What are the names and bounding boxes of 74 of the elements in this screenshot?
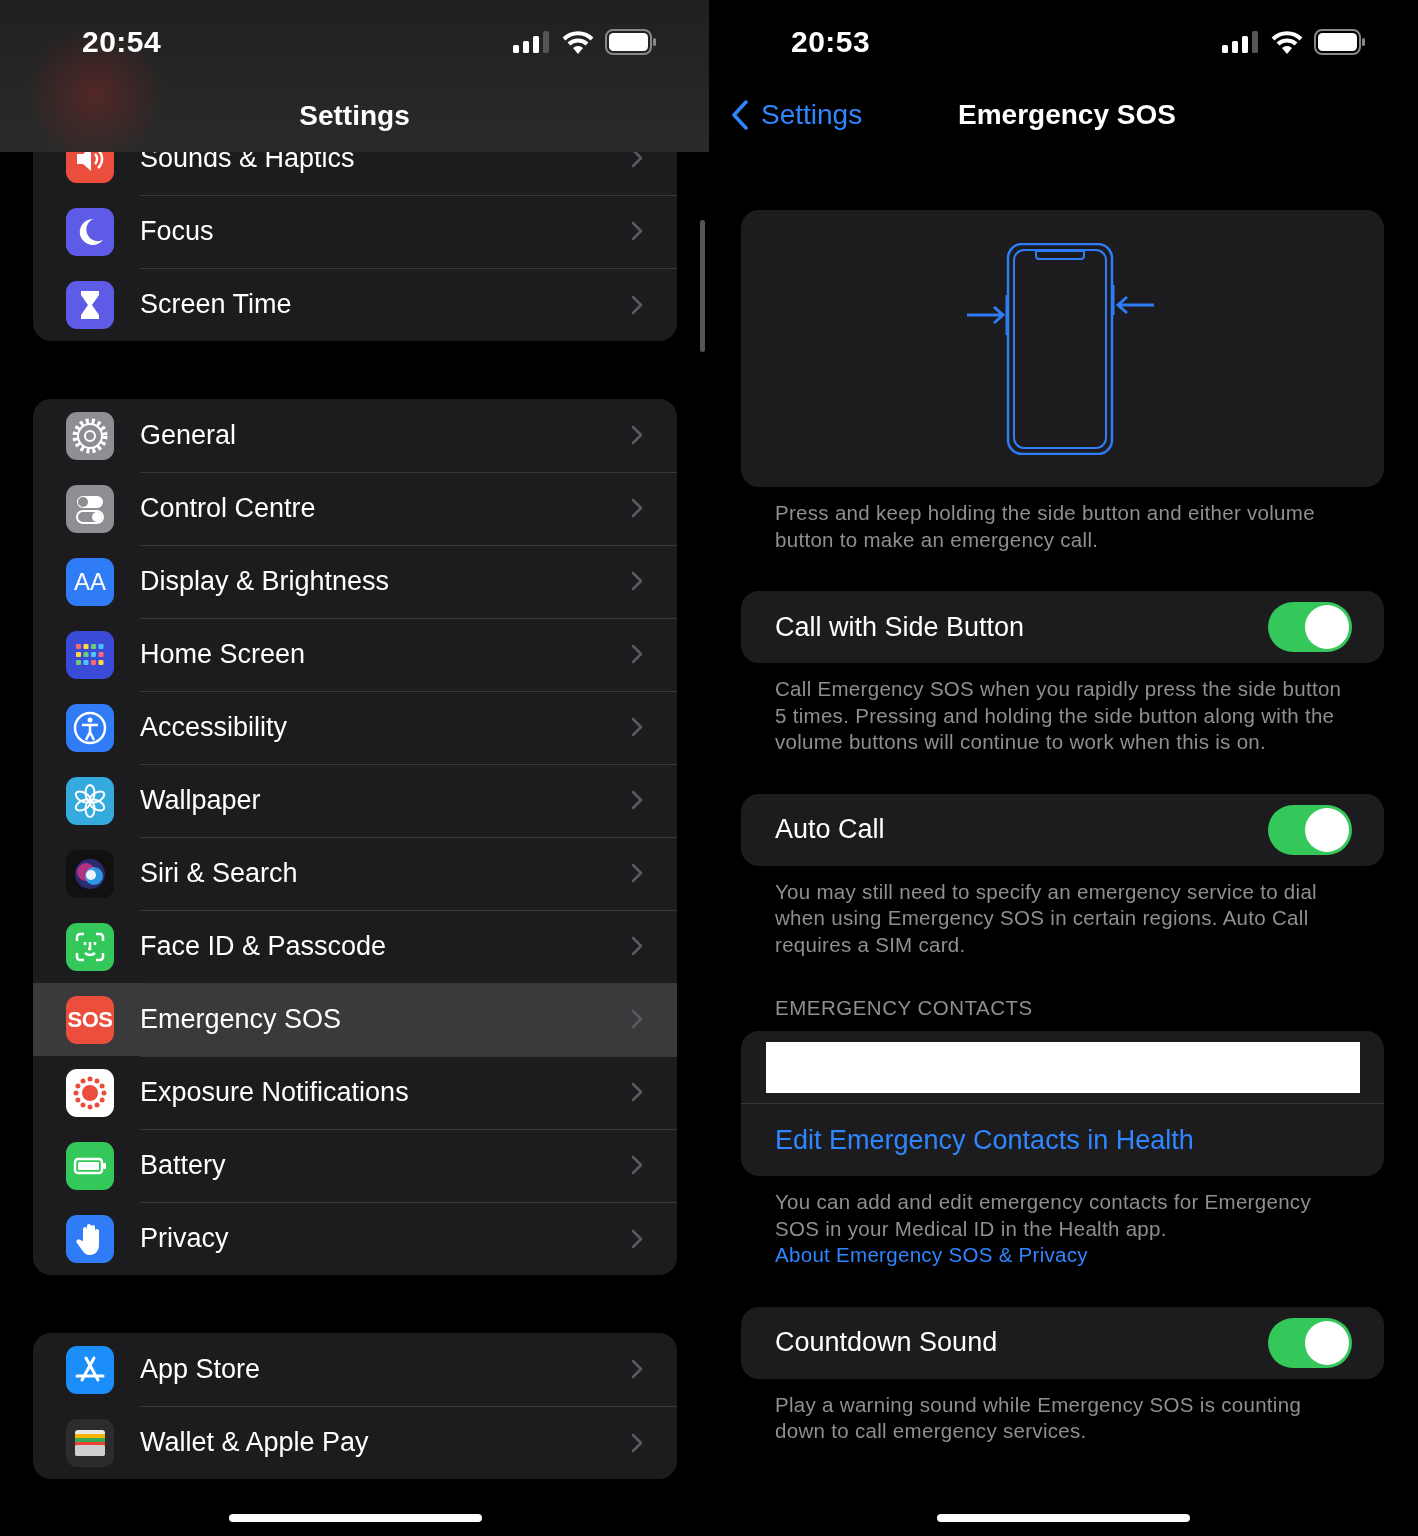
chevron-icon — [631, 790, 643, 810]
status-time: 20:54 — [82, 25, 162, 59]
wifi-icon — [1270, 30, 1304, 54]
settings-row[interactable]: Screen Time — [33, 268, 677, 341]
battery-icon — [1314, 29, 1366, 55]
chevron-icon — [631, 717, 643, 737]
gear-icon — [66, 411, 114, 460]
face-icon — [66, 922, 114, 971]
flower-icon — [66, 776, 114, 825]
chevron-icon — [631, 425, 643, 445]
settings-row[interactable]: Privacy — [33, 1202, 677, 1275]
signal-icon — [513, 31, 551, 53]
settings-row[interactable]: Accessibility — [33, 691, 677, 764]
contacts-link[interactable]: Edit Emergency Contacts in Health — [775, 1124, 1194, 1156]
toggle-switch[interactable] — [1268, 602, 1352, 652]
battery-icon — [66, 1141, 114, 1190]
chevron-icon — [631, 1082, 643, 1102]
signal-icon — [1222, 31, 1260, 53]
moon-icon — [66, 207, 114, 256]
chevron-icon — [631, 1155, 643, 1175]
sos-icon: SOS — [66, 995, 114, 1044]
settings-row[interactable]: Siri & Search — [33, 837, 677, 910]
settings-row[interactable]: Exposure Notifications — [33, 1056, 677, 1129]
wifi-icon — [561, 30, 595, 54]
footer-note: You may still need to specify an emergency service to dial when using Emergency SOS in certain regions. Auto Call requires a SIM card. — [775, 878, 1318, 958]
toggles-icon — [66, 484, 114, 533]
settings-row[interactable]: Control Centre — [33, 472, 677, 545]
settings-row[interactable]: Focus — [33, 195, 677, 268]
back-button[interactable]: Settings — [731, 99, 863, 131]
setting-label: Call with Side Button — [775, 611, 1025, 643]
footer-note: Call Emergency SOS when you rapidly press the side button 5 times. Pressing and holding the side button along with the volume buttons will continue to work when this is on. — [775, 676, 1343, 755]
status-time: 20:53 — [791, 25, 871, 59]
orb-icon — [66, 849, 114, 898]
toggle-switch[interactable] — [1268, 1317, 1352, 1368]
hand-icon — [66, 1214, 114, 1263]
settings-row[interactable]: AA Display & Brightness — [33, 545, 677, 618]
chevron-icon — [631, 498, 643, 518]
chevron-icon — [631, 863, 643, 883]
triangle-lines-icon — [66, 1345, 114, 1394]
settings-row[interactable]: Wallpaper — [33, 764, 677, 837]
accessibility-icon — [66, 703, 114, 752]
cards-icon — [66, 1418, 114, 1467]
settings-row[interactable]: General — [33, 399, 677, 472]
settings-row[interactable]: Wallet & Apple Pay — [33, 1406, 677, 1479]
settings-row[interactable]: App Store — [33, 1333, 677, 1406]
hourglass-icon — [66, 280, 114, 329]
chevron-icon — [631, 644, 643, 664]
chevron-icon — [631, 571, 643, 591]
setting-label: Countdown Sound — [775, 1327, 998, 1358]
chevron-icon — [631, 1228, 643, 1249]
footer-note: Press and keep holding the side button and either volume button to make an emergency call. — [775, 500, 1316, 553]
nav-title: Emergency SOS — [958, 99, 1176, 131]
text-size-icon: AA — [66, 557, 114, 606]
chevron-icon — [631, 936, 643, 956]
settings-row[interactable]: Home Screen — [33, 618, 677, 691]
battery-icon — [605, 29, 657, 55]
app-grid-icon — [66, 630, 114, 679]
chevron-icon — [631, 221, 643, 241]
back-chevron-icon — [731, 100, 749, 130]
dots-ring-icon — [66, 1068, 114, 1117]
settings-row[interactable]: Face ID & Passcode — [33, 910, 677, 983]
chevron-icon — [631, 1359, 643, 1379]
chevron-icon — [631, 1009, 643, 1029]
settings-row[interactable]: SOS Emergency SOS — [33, 983, 677, 1056]
privacy-link[interactable]: About Emergency SOS & Privacy — [775, 1243, 1088, 1266]
footer-note: You can add and edit emergency contacts for Emergency SOS in your Medical ID in the Health app. About Emergency SOS & Privacy — [775, 1189, 1312, 1268]
toggle-switch[interactable] — [1268, 804, 1352, 855]
setting-label: Auto Call — [775, 814, 885, 845]
page-title: Settings — [299, 100, 410, 132]
section-header: EMERGENCY CONTACTS — [775, 996, 1033, 1019]
settings-row[interactable]: Battery — [33, 1129, 677, 1202]
chevron-icon — [631, 1432, 643, 1453]
chevron-icon — [631, 294, 643, 315]
footer-note: Play a warning sound while Emergency SOS is counting down to call emergency services. — [775, 1391, 1303, 1444]
